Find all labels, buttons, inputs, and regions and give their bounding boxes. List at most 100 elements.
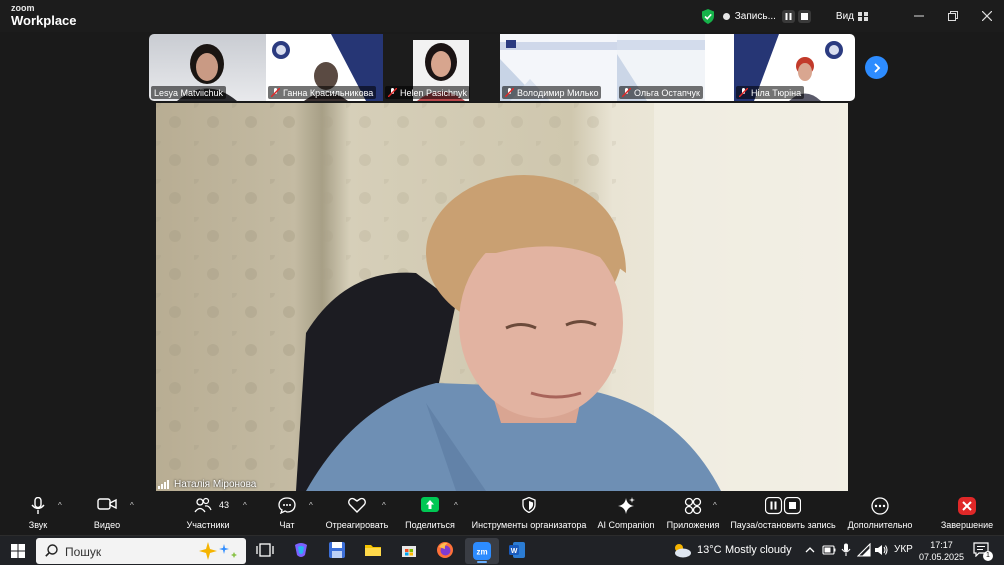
speaker-volume-icon[interactable] <box>874 543 888 557</box>
zoom-app-icon: zm <box>473 542 491 560</box>
participant-tile[interactable]: Володимир Милько <box>500 34 617 101</box>
floppy-save-app-icon[interactable] <box>328 541 346 559</box>
participants-count: 43 <box>219 500 230 510</box>
microphone-icon <box>31 497 45 514</box>
chat-label: Чат <box>279 520 295 530</box>
file-explorer-icon[interactable] <box>364 541 382 559</box>
speaker-name: Наталія Міронова <box>174 479 257 490</box>
end-meeting-icon <box>958 497 976 515</box>
share-label: Поделиться <box>405 520 455 530</box>
participant-name: Ольга Остапчук <box>634 87 700 98</box>
speaker-video-frame <box>156 103 848 491</box>
participant-name: Ганна Красильникова <box>283 87 374 98</box>
muted-mic-icon <box>271 88 280 97</box>
audio-button[interactable]: Звук <box>18 491 58 535</box>
apps-icon <box>684 497 702 515</box>
notification-count-badge: 1 <box>983 551 993 561</box>
logo-zoom-text: zoom <box>11 3 35 13</box>
ai-companion-button[interactable]: AI Companion <box>594 491 658 535</box>
host-tools-label: Инструменты организатора <box>471 520 587 530</box>
participant-tile[interactable]: Ганна Красильникова <box>266 34 383 101</box>
react-button[interactable]: Отреагировать <box>324 491 390 535</box>
participant-name-label: Ганна Красильникова <box>268 86 377 99</box>
end-meeting-label: Завершение <box>940 520 994 530</box>
search-icon <box>45 544 58 557</box>
battery-charging-icon[interactable] <box>822 544 836 556</box>
next-page-button[interactable] <box>865 56 888 79</box>
sparkle-icon <box>618 497 635 514</box>
end-meeting-button[interactable]: Завершение <box>938 491 996 535</box>
view-menu-button[interactable]: Вид <box>836 11 854 22</box>
stop-icon <box>800 12 808 20</box>
weather-cloudy-icon[interactable] <box>672 542 692 558</box>
wifi-icon[interactable] <box>857 543 871 557</box>
windows-start-icon[interactable] <box>11 544 25 558</box>
chevron-up-icon[interactable] <box>805 546 815 554</box>
chat-icon <box>278 497 296 514</box>
security-shield-icon[interactable] <box>701 8 715 24</box>
zoom-taskbar-active-bg[interactable]: zm <box>465 538 499 564</box>
participants-options-caret[interactable]: ^ <box>243 501 247 510</box>
task-view-icon[interactable] <box>256 541 274 559</box>
muted-mic-icon <box>622 88 631 97</box>
muted-mic-icon <box>505 88 514 97</box>
video-button[interactable]: Видео <box>86 491 128 535</box>
zoom-logo: zoom Workplace <box>11 3 77 28</box>
microphone-tray-icon[interactable] <box>841 543 851 557</box>
more-button[interactable]: Дополнительно <box>846 491 914 535</box>
recording-pause-button[interactable] <box>781 9 795 23</box>
share-options-caret[interactable]: ^ <box>454 501 458 510</box>
participant-tile[interactable]: Helen Pasichnyk <box>383 34 500 101</box>
participant-tile[interactable]: Lesya Matviichuk <box>149 34 266 101</box>
participant-tile[interactable]: Ніла Тюріна <box>734 34 855 101</box>
firefox-icon[interactable] <box>436 541 454 559</box>
close-window-button[interactable] <box>970 0 1004 32</box>
search-highlight-icon <box>199 542 237 560</box>
clock-date: 07.05.2025 <box>918 552 964 562</box>
chat-button[interactable]: Чат <box>270 491 304 535</box>
pause-icon <box>785 12 792 20</box>
taskbar-clock[interactable]: 17:17 07.05.2025 <box>919 539 964 563</box>
active-speaker-video[interactable]: Наталія Міронова <box>156 103 848 491</box>
logo-workplace-text: Workplace <box>11 13 77 28</box>
participant-name-label: Ольга Остапчук <box>619 86 703 99</box>
participant-tile[interactable]: Ольга Остапчук <box>617 34 734 101</box>
restore-button[interactable] <box>936 0 970 32</box>
share-screen-button[interactable]: Поделиться <box>402 491 458 535</box>
speaker-name-tag: Наталія Міронова <box>158 479 256 490</box>
participant-name-label: Ніла Тюріна <box>736 86 805 99</box>
search-placeholder: Пошук <box>65 545 102 559</box>
input-language[interactable]: УКР <box>894 544 913 555</box>
muted-mic-icon <box>739 88 748 97</box>
shield-icon <box>522 497 536 513</box>
host-tools-button[interactable]: Инструменты организатора <box>470 491 588 535</box>
notification-center-button[interactable]: 1 <box>973 542 993 562</box>
react-options-caret[interactable]: ^ <box>382 501 386 510</box>
windows-taskbar: Пошук zm W 13°C Mostly cloudy УКР 17:17 … <box>0 535 1004 565</box>
chat-options-caret[interactable]: ^ <box>309 501 313 510</box>
close-icon <box>982 11 992 21</box>
minimize-button[interactable] <box>902 0 936 32</box>
pause-stop-recording-button[interactable]: Пауза/остановить запись <box>728 491 838 535</box>
participants-button[interactable]: Участники <box>182 491 234 535</box>
microsoft-store-icon[interactable] <box>400 541 418 559</box>
grid-view-icon[interactable] <box>858 11 868 21</box>
svg-text:W: W <box>511 548 518 555</box>
recording-stop-button[interactable] <box>797 9 811 23</box>
react-label: Отреагировать <box>325 520 389 530</box>
video-camera-icon <box>97 498 117 510</box>
audio-options-caret[interactable]: ^ <box>58 501 62 510</box>
taskbar-search-box[interactable]: Пошук <box>36 538 246 564</box>
apps-label: Приложения <box>666 520 720 530</box>
apps-button[interactable]: Приложения <box>664 491 722 535</box>
participant-name-label: Володимир Милько <box>502 86 602 99</box>
meeting-toolbar: Звук ^ Видео ^ Участники 43 ^ Чат ^ Отре… <box>0 491 1004 535</box>
participant-name: Lesya Matviichuk <box>154 87 224 98</box>
svg-text:zm: zm <box>476 548 487 557</box>
participant-name: Володимир Милько <box>517 87 599 98</box>
video-options-caret[interactable]: ^ <box>130 501 134 510</box>
heart-icon <box>348 497 366 513</box>
apps-options-caret[interactable]: ^ <box>713 501 717 510</box>
word-icon[interactable]: W <box>508 541 526 559</box>
copilot-icon[interactable] <box>292 541 310 559</box>
